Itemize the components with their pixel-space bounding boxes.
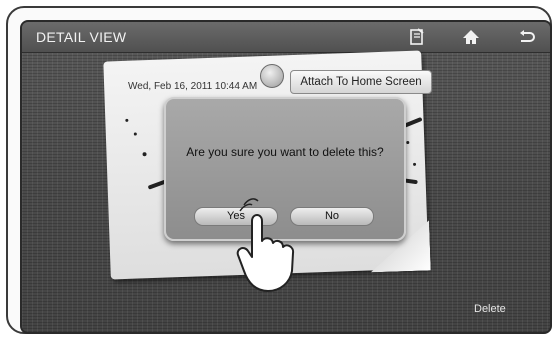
title-bar: DETAIL VIEW — [22, 22, 550, 53]
scribble-mark — [125, 118, 129, 122]
attach-to-home-button[interactable]: Attach To Home Screen — [290, 70, 432, 94]
memo-icon[interactable] — [406, 27, 428, 47]
pointing-hand-icon — [236, 198, 295, 292]
pin-icon — [260, 64, 284, 88]
page-title: DETAIL VIEW — [36, 29, 127, 45]
back-icon[interactable] — [516, 27, 538, 47]
home-icon[interactable] — [460, 27, 482, 47]
scribble-mark — [406, 140, 410, 145]
scribble-mark — [413, 162, 417, 166]
no-button[interactable]: No — [290, 207, 374, 226]
note-date: Wed, Feb 16, 2011 10:44 AM — [128, 81, 258, 92]
scribble-mark — [133, 132, 137, 136]
scribble-mark — [142, 152, 147, 157]
delete-button[interactable]: Delete — [474, 303, 546, 332]
dialog-message: Are you sure you want to delete this? — [186, 145, 384, 159]
